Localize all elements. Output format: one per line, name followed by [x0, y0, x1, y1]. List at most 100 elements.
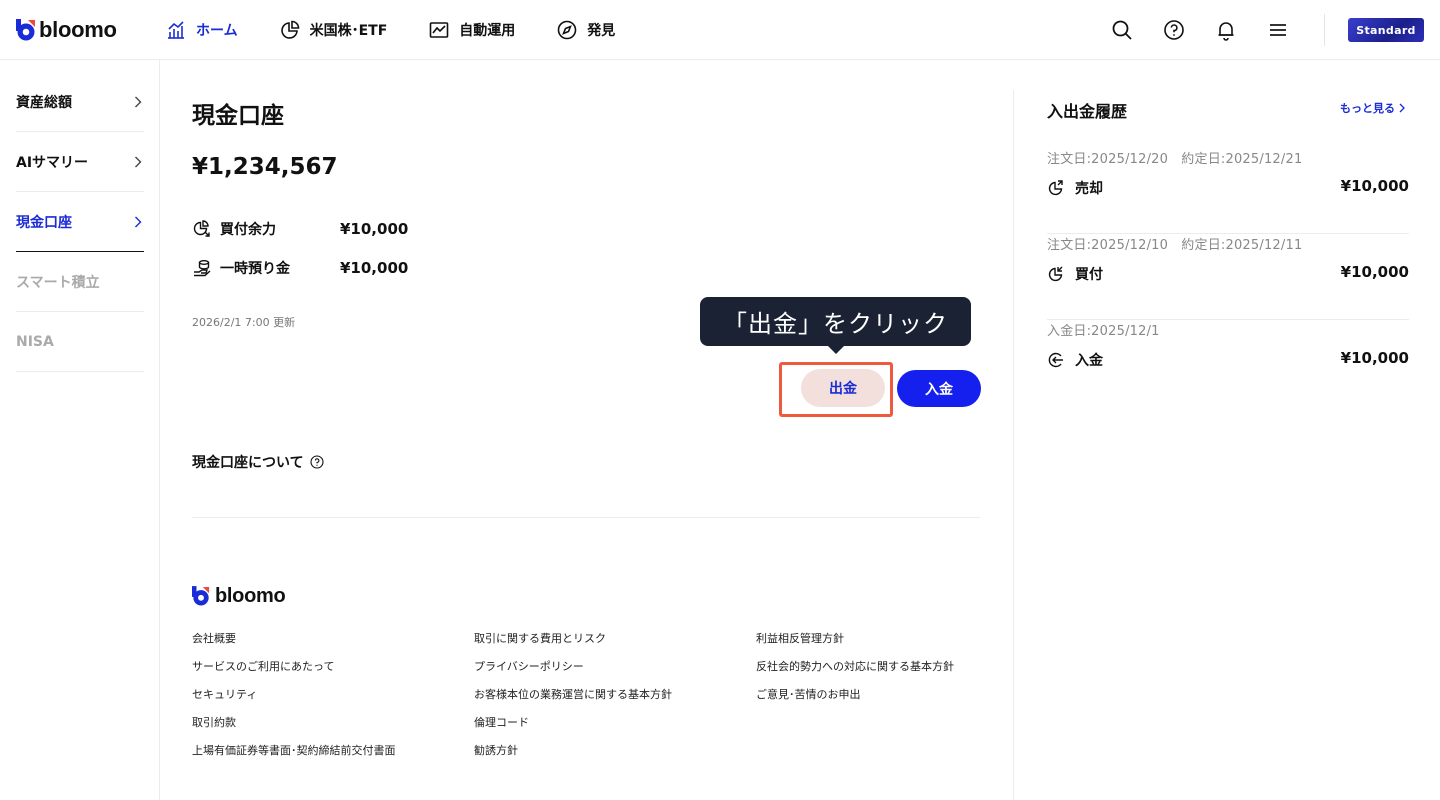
- footer-link-conflict-of-interest[interactable]: 利益相反管理方針: [756, 632, 954, 660]
- sidebar-item-smart-savings: スマート積立: [16, 252, 144, 312]
- section-divider: [192, 517, 980, 518]
- bloomo-logo-mark-icon: [16, 19, 36, 41]
- sidebar-item-label: NISA: [16, 333, 54, 350]
- footer-link-disclosure-documents[interactable]: 上場有価証券等書面･契約締結前交付書面: [192, 744, 396, 772]
- home-chart-icon: [168, 21, 184, 39]
- nav-discover[interactable]: 発見: [557, 0, 615, 60]
- nav-us-stocks-label: 米国株･ETF: [309, 23, 388, 39]
- withdraw-button[interactable]: 出金: [801, 369, 885, 407]
- footer-link-terms-of-use[interactable]: サービスのご利用にあたって: [192, 660, 396, 688]
- history-item[interactable]: 注文日:2025/12/20 約定日:2025/12/21 売却 ¥10,000: [1047, 148, 1409, 234]
- page-title: 現金口座: [192, 103, 284, 129]
- buying-power-value: ¥10,000: [340, 220, 409, 238]
- logo-text: bloomo: [39, 17, 117, 42]
- bloomo-logo[interactable]: bloomo: [16, 17, 117, 43]
- footer-link-antisocial-forces[interactable]: 反社会的勢力への対応に関する基本方針: [756, 660, 954, 688]
- header-divider: [1324, 14, 1325, 46]
- sidebar-item-total-assets[interactable]: 資産総額: [16, 72, 144, 132]
- nav-us-stocks[interactable]: 米国株･ETF: [280, 0, 388, 60]
- history-dates: 注文日:2025/12/10 約定日:2025/12/11: [1047, 238, 1303, 253]
- chevron-right-icon: [135, 156, 142, 168]
- search-button[interactable]: [1096, 0, 1148, 60]
- main-nav: ホーム 米国株･ETF 自動運用 発見: [166, 0, 657, 60]
- transaction-history-panel: 入出金履歴 もっと見る 注文日:2025/12/20 約定日:2025/12/2…: [1013, 90, 1440, 800]
- cash-balance: ¥1,234,567: [192, 154, 338, 180]
- deposit-icon: [1047, 351, 1065, 369]
- updated-timestamp: 2026/2/1 7:00 更新: [192, 316, 296, 329]
- top-header: bloomo ホーム 米国株･ETF 自動運用 発見 Standard: [0, 0, 1440, 60]
- temporary-deposit-row: 一時預り金 ¥10,000: [192, 258, 408, 278]
- footer-link-solicitation-policy[interactable]: 勧誘方針: [474, 744, 672, 772]
- sidebar-item-nisa: NISA: [16, 312, 144, 372]
- search-icon: [1112, 20, 1132, 40]
- footer-link-feedback[interactable]: ご意見･苦情のお申出: [756, 688, 954, 716]
- notifications-button[interactable]: [1200, 0, 1252, 60]
- chevron-right-icon: [1399, 103, 1405, 113]
- sidebar-item-cash-account[interactable]: 現金口座: [16, 192, 144, 252]
- nav-auto-invest[interactable]: 自動運用: [429, 0, 515, 60]
- plan-badge[interactable]: Standard: [1348, 18, 1424, 42]
- sidebar-item-label: 資産総額: [16, 94, 72, 111]
- history-type-label: 買付: [1075, 267, 1103, 283]
- bell-icon: [1218, 22, 1234, 41]
- main-content: 現金口座 ¥1,234,567 買付余力 ¥10,000 一時預り金 ¥10,0…: [160, 60, 1013, 800]
- footer-column-3: 利益相反管理方針 反社会的勢力への対応に関する基本方針 ご意見･苦情のお申出: [756, 632, 954, 716]
- sidebar: 資産総額 AIサマリー 現金口座 スマート積立 NISA: [0, 60, 160, 800]
- footer-link-privacy-policy[interactable]: プライバシーポリシー: [474, 660, 672, 688]
- sell-icon: [1047, 179, 1065, 197]
- buying-power-label: 買付余力: [220, 222, 276, 238]
- history-dates: 入金日:2025/12/1: [1047, 324, 1160, 339]
- coins-icon: [192, 258, 212, 278]
- about-cash-account-label: 現金口座について: [192, 455, 304, 471]
- instruction-tooltip: 「出金」をクリック: [700, 297, 971, 346]
- footer-column-2: 取引に関する費用とリスク プライバシーポリシー お客様本位の業務運営に関する基本…: [474, 632, 672, 772]
- sidebar-item-label: スマート積立: [16, 274, 100, 291]
- footer-logo-text: bloomo: [215, 585, 286, 607]
- line-chart-icon: [429, 22, 449, 38]
- bloomo-logo-mark-icon: [192, 585, 212, 608]
- footer-link-fees-risks[interactable]: 取引に関する費用とリスク: [474, 632, 672, 660]
- footer-column-1: 会社概要 サービスのご利用にあたって セキュリティ 取引約款 上場有価証券等書面…: [192, 632, 396, 772]
- chevron-right-icon: [135, 216, 142, 228]
- footer-link-customer-first-policy[interactable]: お客様本位の業務運営に関する基本方針: [474, 688, 672, 716]
- history-amount: ¥10,000: [1340, 263, 1409, 281]
- history-amount: ¥10,000: [1340, 349, 1409, 367]
- history-item[interactable]: 注文日:2025/12/10 約定日:2025/12/11 買付 ¥10,000: [1047, 234, 1409, 320]
- menu-button[interactable]: [1252, 0, 1304, 60]
- history-type: 買付: [1047, 264, 1103, 284]
- help-icon: [310, 455, 324, 469]
- footer-link-security[interactable]: セキュリティ: [192, 688, 396, 716]
- history-type-label: 入金: [1075, 353, 1103, 369]
- history-item[interactable]: 入金日:2025/12/1 入金 ¥10,000: [1047, 320, 1409, 406]
- footer-logo[interactable]: bloomo: [192, 585, 286, 608]
- sidebar-item-label: AIサマリー: [16, 154, 89, 171]
- history-more-label: もっと見る: [1340, 102, 1395, 115]
- help-icon: [1164, 20, 1184, 40]
- footer-link-trading-terms[interactable]: 取引約款: [192, 716, 396, 744]
- history-dates: 注文日:2025/12/20 約定日:2025/12/21: [1047, 152, 1303, 167]
- nav-auto-invest-label: 自動運用: [459, 23, 516, 39]
- footer-link-company[interactable]: 会社概要: [192, 632, 396, 660]
- pie-chart-icon: [280, 20, 299, 39]
- history-more-link[interactable]: もっと見る: [1340, 100, 1405, 116]
- history-amount: ¥10,000: [1340, 177, 1409, 195]
- nav-home[interactable]: ホーム: [166, 0, 238, 60]
- deposit-button[interactable]: 入金: [897, 370, 981, 407]
- compass-icon: [557, 20, 577, 40]
- history-type: 入金: [1047, 350, 1103, 370]
- buy-icon: [1047, 265, 1065, 283]
- history-title: 入出金履歴: [1047, 102, 1128, 121]
- header-actions: Standard: [1096, 0, 1440, 60]
- tooltip-arrow: [827, 345, 845, 354]
- sidebar-item-ai-summary[interactable]: AIサマリー: [16, 132, 144, 192]
- footer-link-ethics-code[interactable]: 倫理コード: [474, 716, 672, 744]
- nav-home-label: ホーム: [196, 23, 238, 39]
- help-button[interactable]: [1148, 0, 1200, 60]
- about-cash-account[interactable]: 現金口座について: [192, 452, 324, 472]
- menu-icon: [1270, 24, 1286, 36]
- temporary-deposit-label: 一時預り金: [220, 261, 290, 277]
- buying-power-icon: [192, 219, 212, 239]
- buying-power-row: 買付余力 ¥10,000: [192, 219, 408, 239]
- nav-discover-label: 発見: [587, 23, 616, 39]
- chevron-right-icon: [135, 96, 142, 108]
